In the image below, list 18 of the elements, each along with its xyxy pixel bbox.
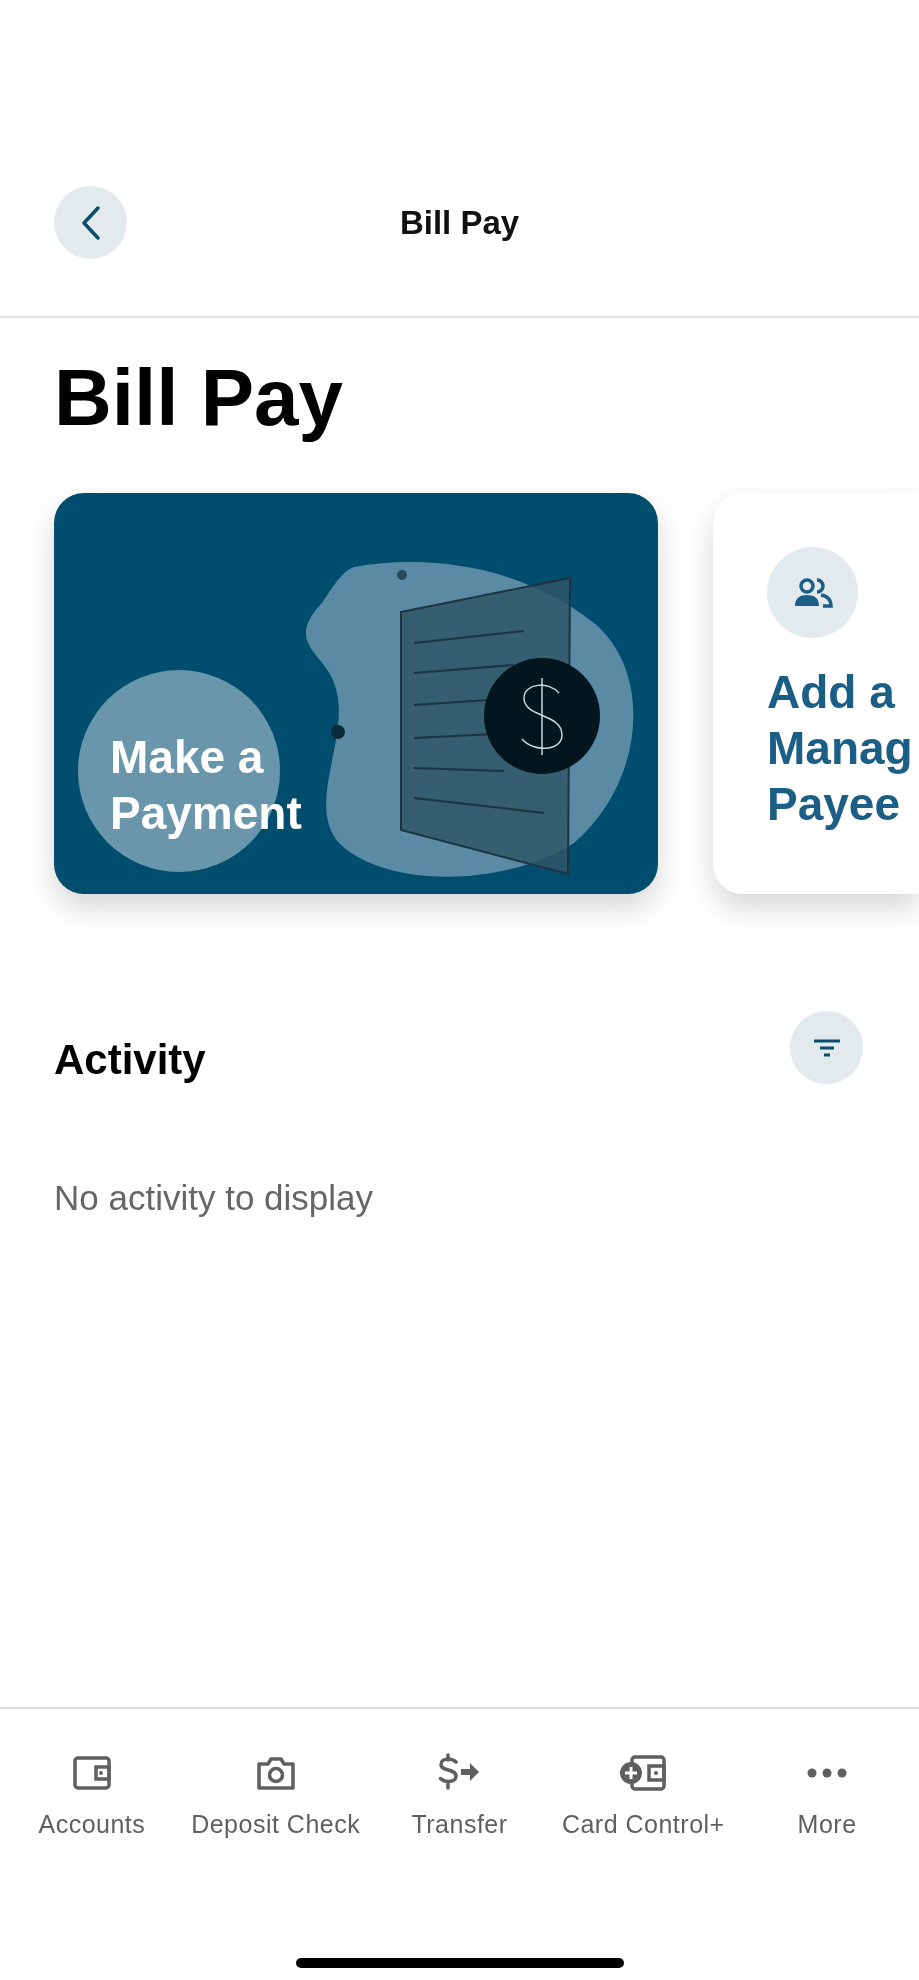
- page-title: Bill Pay: [54, 352, 345, 444]
- more-icon: [807, 1768, 848, 1778]
- wallet-icon: [71, 1755, 112, 1791]
- tab-bar-item[interactable]: Accounts: [0, 1745, 184, 1839]
- tab-bar-item[interactable]: Transfer: [367, 1745, 552, 1839]
- tab-bar-item[interactable]: More: [735, 1745, 919, 1839]
- tab-bar-item[interactable]: Card Control+: [551, 1745, 736, 1839]
- header-title: Bill Pay: [399, 203, 520, 242]
- back-icon: [79, 204, 102, 241]
- camera-icon: [255, 1755, 296, 1791]
- payees-card[interactable]: Add a Manag Payee: [713, 493, 919, 894]
- empty-message: No activity to display: [54, 1178, 375, 1218]
- card-title: Add a Manag Payee: [767, 665, 914, 832]
- dollar-arrow-icon: [437, 1753, 482, 1793]
- filter-icon: [811, 1037, 842, 1058]
- wallet-plus-icon: [619, 1754, 668, 1792]
- section-title: Activity: [54, 1035, 206, 1084]
- tab-bar-item[interactable]: Deposit Check: [183, 1745, 368, 1839]
